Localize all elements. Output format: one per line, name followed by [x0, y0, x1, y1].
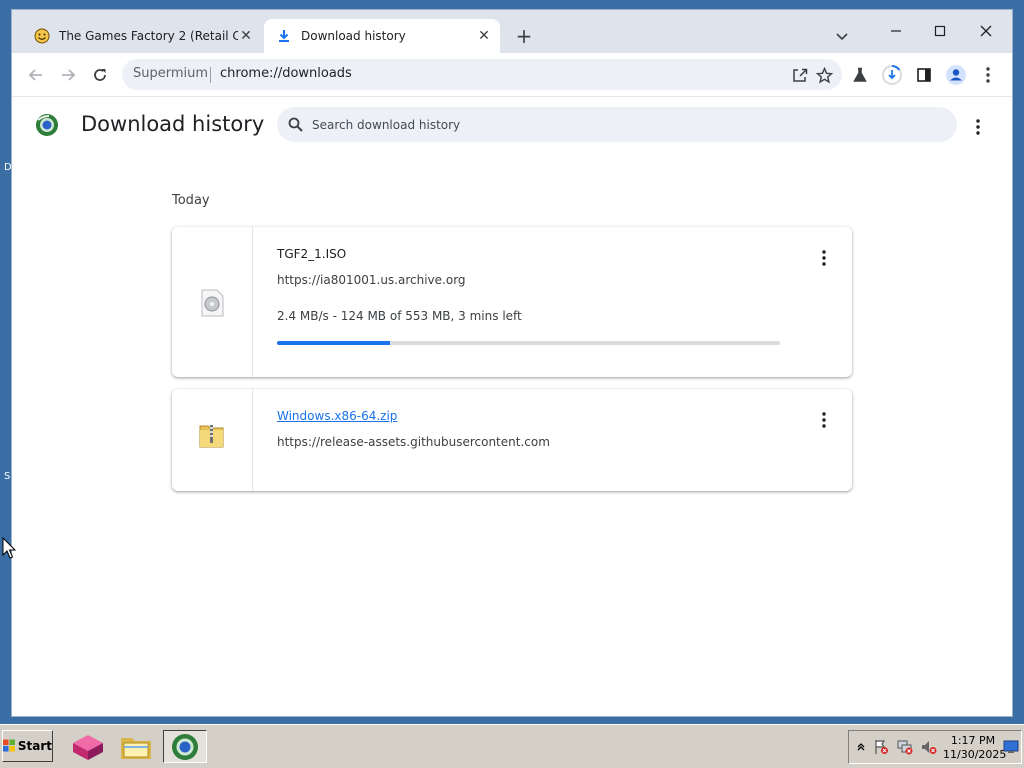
tab-strip: The Games Factory 2 (Retail CD Rip) ✕ Do…: [12, 10, 1012, 53]
windows-logo-icon: [3, 739, 15, 752]
back-button[interactable]: [24, 63, 48, 87]
downloads-page: Download history Today TGF2_1.ISO https:…: [12, 97, 1012, 716]
download-item: TGF2_1.ISO https://ia801001.us.archive.o…: [172, 227, 852, 377]
action-center-flag-icon[interactable]: [873, 739, 889, 755]
more-vert-icon[interactable]: [812, 246, 836, 270]
browser-window: The Games Factory 2 (Retail CD Rip) ✕ Do…: [11, 9, 1013, 717]
new-tab-button[interactable]: +: [512, 24, 536, 48]
download-item-icon-column: [172, 227, 253, 377]
clock-time: 1:17 PM: [950, 734, 996, 747]
more-vert-icon[interactable]: [812, 408, 836, 432]
browser-logo-icon: [172, 733, 198, 760]
close-icon[interactable]: ✕: [238, 28, 254, 44]
search-input[interactable]: [310, 114, 914, 136]
taskbar: Start 1:17 PM 11/30/2025: [0, 724, 1024, 768]
tray-expand-icon[interactable]: [853, 739, 869, 755]
more-vert-icon[interactable]: [968, 117, 988, 137]
taskbar-app-cube[interactable]: [66, 730, 110, 763]
page-title: Download history: [81, 112, 265, 136]
start-label: Start: [17, 739, 52, 753]
share-icon[interactable]: [790, 65, 810, 85]
file-name: TGF2_1.ISO: [277, 247, 347, 261]
tab-title: Download history: [301, 29, 406, 43]
zip-folder-icon: [196, 419, 228, 451]
downloads-toolbar-icon[interactable]: [880, 63, 904, 87]
cube-app-icon: [73, 734, 103, 760]
taskbar-app-browser[interactable]: [163, 730, 207, 763]
mouse-cursor-icon: [2, 536, 17, 563]
close-window-button[interactable]: [964, 16, 1008, 46]
start-button[interactable]: Start: [2, 730, 53, 762]
volume-muted-icon[interactable]: [921, 739, 937, 755]
desktop-icon-label-fragment: S: [4, 471, 11, 482]
download-status: 2.4 MB/s - 124 MB of 553 MB, 3 mins left: [277, 309, 522, 323]
omnibox-divider: [210, 67, 211, 83]
browser-logo-icon: [35, 113, 59, 137]
download-icon: [276, 28, 292, 44]
taskbar-clock[interactable]: 1:17 PM 11/30/2025: [943, 734, 1007, 762]
tab-games-factory[interactable]: The Games Factory 2 (Retail CD Rip) ✕: [22, 19, 262, 53]
download-item: Windows.x86-64.zip https://release-asset…: [172, 389, 852, 491]
source-url: https://release-assets.githubusercontent…: [277, 435, 550, 449]
system-tray: 1:17 PM 11/30/2025: [848, 730, 1022, 764]
close-icon[interactable]: ✕: [476, 28, 492, 44]
reload-button[interactable]: [88, 63, 112, 87]
taskbar-app-explorer[interactable]: [114, 730, 158, 763]
download-progress-fill: [277, 341, 390, 345]
source-url: https://ia801001.us.archive.org: [277, 273, 466, 287]
date-section-label: Today: [172, 193, 210, 208]
search-field[interactable]: [277, 107, 957, 142]
tab-title: The Games Factory 2 (Retail CD Rip): [59, 29, 238, 43]
minimize-button[interactable]: [874, 16, 918, 46]
profile-avatar-icon[interactable]: [944, 63, 968, 87]
labs-flask-icon[interactable]: [848, 63, 872, 87]
smiley-icon: [34, 28, 50, 44]
chevron-down-icon[interactable]: [832, 26, 852, 46]
forward-button[interactable]: [56, 63, 80, 87]
file-name-link[interactable]: Windows.x86-64.zip: [277, 409, 397, 423]
star-icon[interactable]: [814, 65, 834, 85]
download-item-icon-column: [172, 389, 253, 491]
url-text[interactable]: chrome://downloads: [220, 66, 352, 81]
download-progress-bar: [277, 341, 780, 345]
address-bar[interactable]: Supermium chrome://downloads: [122, 59, 842, 90]
clock-date: 11/30/2025: [943, 748, 1007, 761]
browser-name-chip: Supermium: [133, 66, 209, 81]
browser-toolbar: Supermium chrome://downloads: [12, 53, 1012, 97]
show-desktop-icon[interactable]: [1003, 739, 1019, 755]
side-panel-icon[interactable]: [912, 63, 936, 87]
network-icon[interactable]: [897, 739, 913, 755]
tab-download-history[interactable]: Download history ✕: [264, 19, 500, 53]
disc-file-icon: [196, 287, 228, 319]
maximize-button[interactable]: [918, 16, 962, 46]
search-icon: [288, 117, 303, 132]
more-vert-icon[interactable]: [976, 63, 1000, 87]
folder-app-icon: [121, 737, 151, 759]
